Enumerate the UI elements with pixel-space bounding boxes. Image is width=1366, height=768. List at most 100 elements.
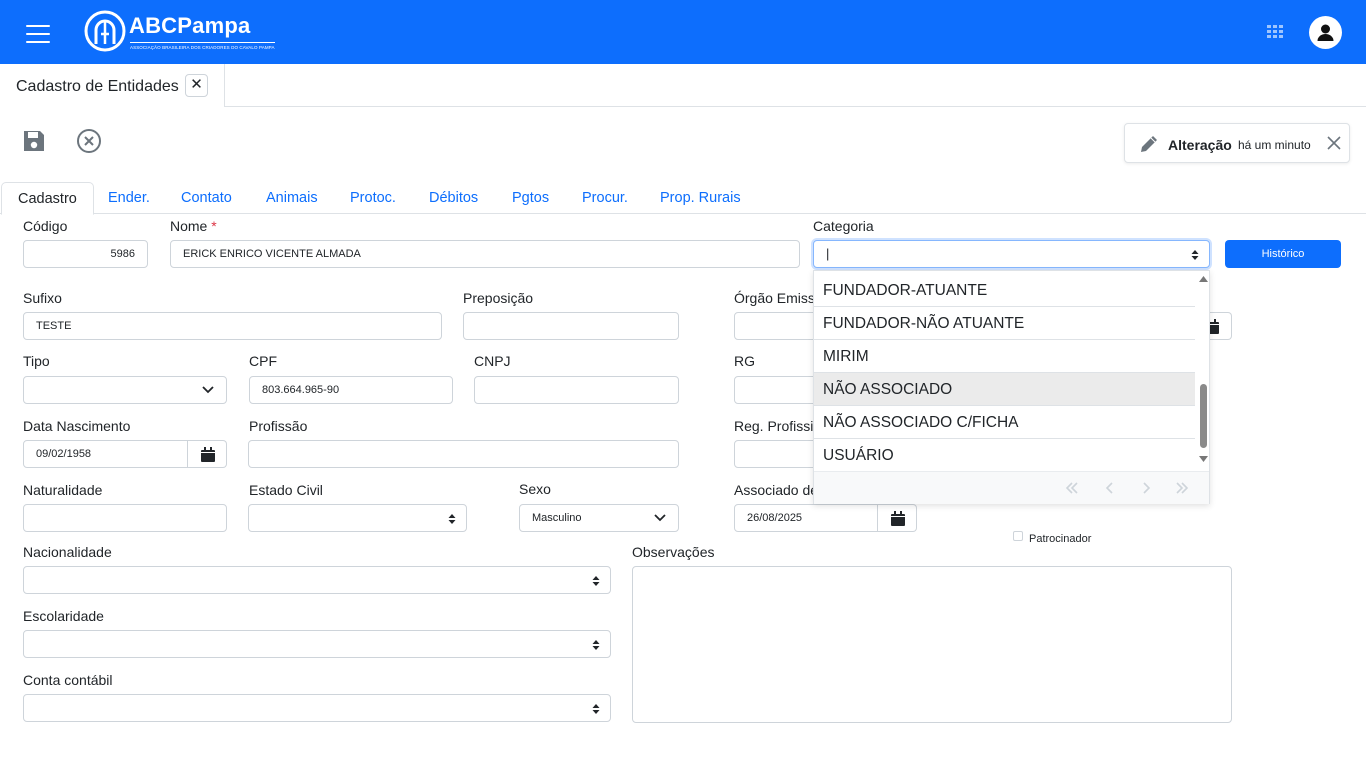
dropdown-option[interactable]: USUÁRIO — [814, 439, 1195, 472]
profissao-field[interactable] — [248, 440, 679, 468]
conta-contabil-select[interactable] — [23, 694, 611, 722]
codigo-label: Código — [23, 218, 68, 234]
rg-label: RG — [734, 353, 755, 369]
scroll-up-icon[interactable] — [1199, 276, 1208, 282]
form-tabs: Cadastro Ender. Contato Animais Protoc. … — [0, 182, 1366, 215]
data-nascimento-field[interactable]: 09/02/1958 — [23, 440, 188, 468]
nome-label: Nome * — [170, 218, 217, 234]
save-icon — [24, 131, 44, 151]
pencil-icon — [1141, 136, 1157, 152]
tab-cadastro[interactable]: Cadastro — [1, 182, 94, 215]
cancel-button[interactable] — [76, 128, 104, 156]
naturalidade-label: Naturalidade — [23, 482, 103, 498]
nacionalidade-label: Nacionalidade — [23, 544, 112, 560]
categoria-select[interactable]: | — [813, 240, 1210, 268]
dropdown-option[interactable]: FUNDADOR-NÃO ATUANTE — [814, 307, 1195, 340]
select-arrows-icon — [592, 640, 600, 650]
sufixo-label: Sufixo — [23, 290, 62, 306]
first-page-icon[interactable] — [1064, 480, 1080, 496]
menu-icon[interactable] — [26, 23, 50, 43]
cnpj-label: CNPJ — [474, 353, 511, 369]
observacoes-textarea[interactable] — [632, 566, 1232, 723]
tipo-label: Tipo — [23, 353, 50, 369]
doc-tab-label: Cadastro de Entidades — [16, 78, 179, 95]
select-arrows-icon — [592, 704, 600, 714]
last-page-icon[interactable] — [1174, 480, 1190, 496]
close-icon[interactable] — [1325, 134, 1343, 152]
patrocinador-checkbox[interactable] — [1013, 531, 1023, 541]
save-button[interactable] — [21, 128, 49, 156]
preposicao-field[interactable] — [463, 312, 679, 340]
cpf-label: CPF — [249, 353, 277, 369]
associado-desde-label: Associado de — [734, 482, 819, 498]
user-icon — [1317, 24, 1334, 41]
next-page-icon[interactable] — [1138, 480, 1154, 496]
estado-civil-select[interactable] — [248, 504, 467, 532]
document-tabstrip: Cadastro de Entidades ✕ — [0, 64, 1366, 107]
patrocinador-label: Patrocinador — [1029, 533, 1092, 545]
close-tab-button[interactable]: ✕ — [185, 74, 208, 97]
categoria-label: Categoria — [813, 218, 874, 234]
tab-protoc[interactable]: Protoc. — [334, 182, 412, 214]
associado-date-button[interactable] — [878, 504, 917, 532]
profissao-label: Profissão — [249, 418, 308, 434]
observacoes-label: Observações — [632, 544, 715, 560]
tab-contato[interactable]: Contato — [165, 182, 248, 214]
calendar-icon — [891, 511, 905, 526]
nacionalidade-select[interactable] — [23, 566, 611, 594]
scrollbar-thumb[interactable] — [1200, 384, 1207, 448]
cancel-circle-icon — [77, 129, 101, 153]
tab-pgtos[interactable]: Pgtos — [496, 182, 565, 214]
tab-debitos[interactable]: Débitos — [413, 182, 494, 214]
categoria-dropdown: FUNDADOR-ATUANTE FUNDADOR-NÃO ATUANTE MI… — [813, 270, 1210, 504]
escolaridade-select[interactable] — [23, 630, 611, 658]
cpf-field[interactable]: 803.664.965-90 — [249, 376, 453, 404]
chevron-down-icon — [202, 386, 214, 394]
data-nascimento-date-button[interactable] — [188, 440, 227, 468]
sexo-value: Masculino — [532, 512, 582, 524]
tab-prop-rurais[interactable]: Prop. Rurais — [644, 182, 757, 214]
naturalidade-field[interactable] — [23, 504, 227, 532]
dropdown-scrollbar[interactable] — [1197, 271, 1210, 471]
codigo-field[interactable]: 5986 — [23, 240, 148, 268]
required-mark: * — [211, 218, 217, 234]
apps-grid-icon[interactable] — [1267, 25, 1283, 39]
dropdown-pagination — [814, 471, 1209, 504]
doc-tab-cadastro-entidades[interactable]: Cadastro de Entidades ✕ — [0, 64, 225, 107]
data-nascimento-label: Data Nascimento — [23, 418, 131, 434]
escolaridade-label: Escolaridade — [23, 608, 104, 624]
dropdown-option-highlighted[interactable]: NÃO ASSOCIADO — [814, 373, 1195, 406]
logo-horseshoe-icon — [84, 10, 126, 52]
associado-desde-field[interactable]: 26/08/2025 — [734, 504, 878, 532]
change-notification: Alteração há um minuto — [1124, 123, 1350, 163]
top-navbar: ABCPampa ASSOCIAÇÃO BRASILEIRA DOS CRIAD… — [0, 0, 1366, 64]
select-arrows-icon — [448, 514, 456, 524]
orgao-emissor-label: Órgão Emiss — [734, 290, 815, 306]
estado-civil-label: Estado Civil — [249, 482, 323, 498]
conta-contabil-label: Conta contábil — [23, 672, 113, 688]
dropdown-option[interactable]: MIRIM — [814, 340, 1195, 373]
cnpj-field[interactable] — [474, 376, 679, 404]
user-avatar[interactable] — [1309, 16, 1342, 49]
select-arrows-icon — [1191, 250, 1199, 260]
sexo-select[interactable]: Masculino — [519, 504, 679, 532]
nome-field[interactable]: ERICK ENRICO VICENTE ALMADA — [170, 240, 800, 268]
select-arrows-icon — [592, 576, 600, 586]
logo-subtitle: ASSOCIAÇÃO BRASILEIRA DOS CRIADORES DO C… — [130, 42, 275, 50]
tab-animais[interactable]: Animais — [250, 182, 334, 214]
historico-button[interactable]: Histórico — [1225, 240, 1341, 268]
dropdown-option[interactable]: NÃO ASSOCIADO C/FICHA — [814, 406, 1195, 439]
previous-page-icon[interactable] — [1102, 480, 1118, 496]
tipo-select[interactable] — [23, 376, 227, 404]
preposicao-label: Preposição — [463, 290, 534, 306]
calendar-icon — [201, 447, 215, 462]
scroll-down-icon[interactable] — [1199, 456, 1208, 462]
sexo-label: Sexo — [519, 481, 551, 497]
categoria-value: | — [826, 246, 830, 261]
reg-profissional-label: Reg. Profissi — [734, 418, 814, 434]
chevron-down-icon — [654, 514, 666, 522]
sufixo-field[interactable]: TESTE — [23, 312, 442, 340]
dropdown-option[interactable]: FUNDADOR-ATUANTE — [814, 274, 1195, 307]
tab-ender[interactable]: Ender. — [92, 182, 166, 214]
tab-procur[interactable]: Procur. — [566, 182, 644, 214]
